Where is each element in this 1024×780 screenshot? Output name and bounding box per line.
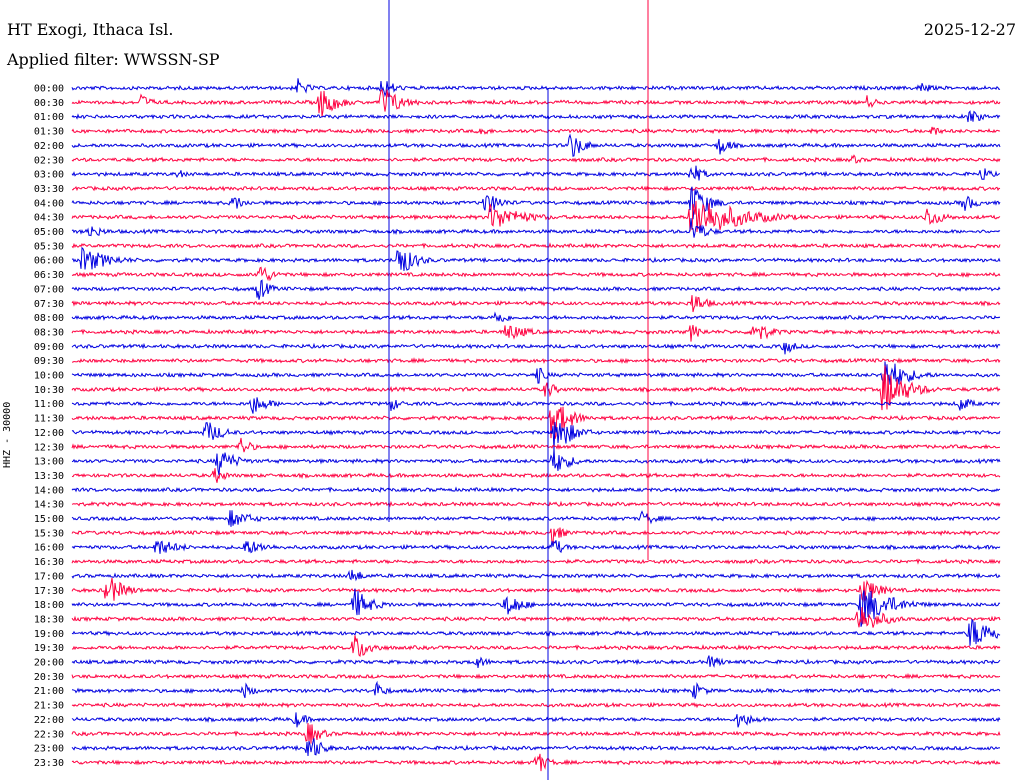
trace-row: [72, 357, 1001, 364]
row-time-label: 01:00: [34, 112, 64, 123]
row-time-label: 09:30: [34, 356, 64, 367]
trace-row: [71, 738, 1001, 757]
trace-row: [71, 701, 1001, 709]
row-time-label: 03:00: [34, 170, 64, 181]
row-time-label: 14:30: [34, 500, 64, 511]
row-time-label: 04:30: [34, 213, 64, 224]
row-time-label: 00:00: [34, 84, 64, 95]
trace-row: [71, 510, 1001, 527]
row-time-label: 15:00: [34, 514, 64, 525]
trace-row: [71, 569, 1001, 582]
trace-row: [71, 712, 1001, 728]
trace-row: [71, 200, 1001, 233]
trace-row: [71, 448, 1001, 476]
trace-row: [71, 672, 1001, 680]
row-time-label: 16:30: [34, 557, 64, 568]
trace-row: [71, 486, 1001, 494]
trace-row: [71, 165, 1001, 181]
row-time-label: 07:30: [34, 299, 64, 310]
trace-row: [71, 635, 1001, 658]
trace-row: [71, 295, 1001, 313]
trace-row: [71, 500, 1001, 508]
row-time-label: 05:00: [34, 227, 64, 238]
trace-row: [71, 78, 1001, 98]
trace-row: [71, 279, 1001, 300]
trace-row: [71, 311, 1001, 322]
row-time-label: 08:00: [34, 313, 64, 324]
row-time-label: 23:30: [34, 758, 64, 769]
row-time-label: 12:00: [34, 428, 64, 439]
trace-row: [71, 110, 1001, 123]
row-time-label: 05:30: [34, 241, 64, 252]
row-time-label: 07:00: [34, 284, 64, 295]
trace-row: [71, 186, 1001, 220]
trace-row: [71, 540, 1001, 554]
row-time-label: 16:00: [34, 543, 64, 554]
row-time-label: 21:30: [34, 701, 64, 712]
row-time-label: 00:30: [34, 98, 64, 109]
row-time-label: 08:30: [34, 327, 64, 338]
row-time-label: 06:30: [34, 270, 64, 281]
station-title: HT Exogi, Ithaca Isl.: [7, 20, 174, 39]
row-time-label: 04:00: [34, 198, 64, 209]
filter-label: Applied filter: WWSSN-SP: [7, 50, 220, 69]
trace-row: [71, 218, 1001, 238]
row-time-label: 17:30: [34, 586, 64, 597]
trace-row: [71, 324, 1000, 342]
trace-row: [72, 185, 1001, 192]
trace-row: [71, 397, 1001, 414]
trace-row: [71, 342, 1001, 355]
row-time-label: 11:00: [34, 399, 64, 410]
row-time-label: 22:00: [34, 715, 64, 726]
trace-row: [71, 655, 1001, 669]
row-time-label: 19:00: [34, 629, 64, 640]
trace-row: [71, 154, 1001, 164]
trace-row: [71, 558, 1001, 565]
row-time-label: 20:00: [34, 658, 64, 669]
row-time-label: 15:30: [34, 528, 64, 539]
trace-row: [71, 266, 1001, 282]
row-time-label: 14:00: [34, 485, 64, 496]
row-time-label: 01:30: [34, 127, 64, 138]
trace-row: [71, 753, 1001, 772]
row-time-label: 17:00: [34, 571, 64, 582]
trace-row: [71, 527, 1001, 545]
trace-row: [71, 126, 1001, 135]
row-time-label: 21:00: [34, 686, 64, 697]
trace-row: [71, 680, 1001, 699]
row-time-label: 11:30: [34, 414, 64, 425]
row-time-label: 13:30: [34, 471, 64, 482]
row-time-label: 18:30: [34, 614, 64, 625]
trace-row: [71, 437, 1001, 453]
row-time-label: 02:00: [34, 141, 64, 152]
trace-row: [71, 88, 1001, 117]
row-time-label: 12:30: [34, 442, 64, 453]
trace-row: [71, 722, 1001, 744]
row-time-label: 09:00: [34, 342, 64, 353]
row-time-label: 19:30: [34, 643, 64, 654]
seismic-traces: [71, 78, 1001, 772]
row-time-label: 10:30: [34, 385, 64, 396]
channel-axis-label: HHZ - 30000: [2, 401, 13, 468]
date-label: 2025-12-27: [923, 20, 1016, 39]
row-time-label: 06:00: [34, 256, 64, 267]
row-time-label: 20:30: [34, 672, 64, 683]
row-time-label: 10:00: [34, 371, 64, 382]
seismogram-plot: 00:00 00:30 01:00 01:30 02:00 02:30 03:00 03:30…: [34, 0, 1001, 780]
row-time-label: 18:00: [34, 600, 64, 611]
trace-row: [71, 242, 1001, 250]
trace-row: [71, 468, 1001, 483]
trace-row: [71, 577, 1001, 603]
row-time-label: 13:00: [34, 457, 64, 468]
row-time-label: 03:30: [34, 184, 64, 195]
row-time-label: 22:30: [34, 729, 64, 740]
time-tick-labels: 00:00 00:30 01:00 01:30 02:00 02:30 03:00 03:30…: [34, 84, 64, 769]
trace-row: [71, 361, 1001, 388]
row-time-label: 23:00: [34, 744, 64, 755]
trace-row: [71, 133, 1001, 157]
trace-row: [71, 246, 1001, 271]
row-time-label: 02:30: [34, 155, 64, 166]
